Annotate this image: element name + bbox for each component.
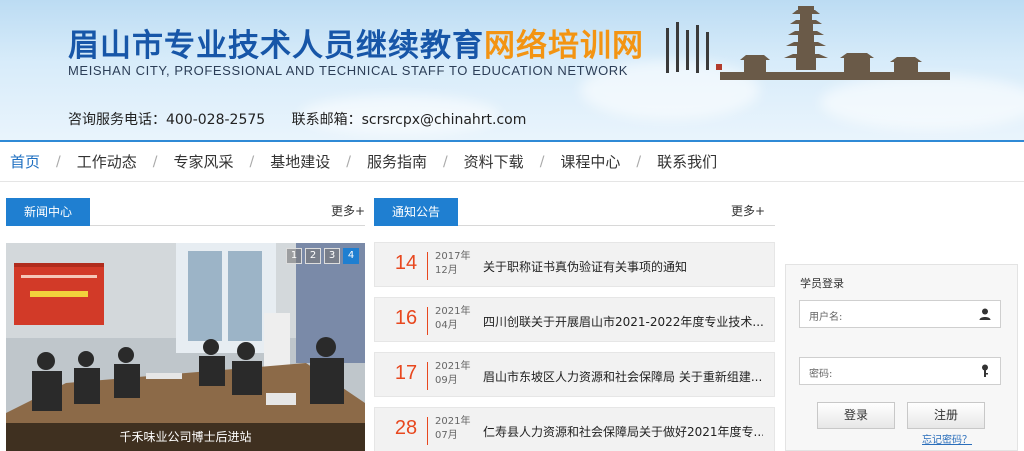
notice-item[interactable]: 17 2021年 09月 眉山市东坡区人力资源和社会保障局 关于重新组建...	[374, 352, 775, 397]
notice-day: 28	[394, 417, 418, 439]
main-nav: 首页 / 工作动态 / 专家风采 / 基地建设 / 服务指南 / 资料下载 / …	[0, 140, 1024, 182]
notice-year-month: 2021年 07月	[435, 416, 471, 441]
news-section-header: 新闻中心 更多+	[6, 198, 365, 226]
notice-day: 16	[394, 307, 418, 329]
password-placeholder: 密码:	[809, 369, 833, 380]
contact-email: 联系邮箱：scrsrcpx@chinahrt.com	[291, 112, 527, 128]
date-divider	[427, 362, 428, 390]
news-slideshow[interactable]: 1 2 3 4 千禾味业公司博士后进站	[6, 243, 365, 451]
site-title-highlight: 网络培训网	[484, 28, 644, 64]
nav-separator: /	[152, 153, 158, 170]
notice-title[interactable]: 仁寿县人力资源和社会保障局关于做好2021年度专...	[483, 423, 763, 440]
meeting-photo	[6, 243, 365, 451]
pager-button-3[interactable]: 3	[324, 248, 340, 264]
pager-button-2[interactable]: 2	[305, 248, 321, 264]
nav-separator: /	[346, 153, 351, 170]
date-divider	[427, 252, 428, 280]
nav-item-experts[interactable]: 专家风采	[173, 151, 233, 172]
user-icon	[979, 308, 991, 320]
site-subtitle: MEISHAN CITY, PROFESSIONAL AND TECHNICAL…	[68, 63, 629, 78]
contact-phone: 咨询服务电话：400-028-2575	[68, 112, 266, 128]
notice-year-month: 2021年 09月	[435, 361, 471, 386]
nav-separator: /	[636, 153, 642, 170]
nav-separator: /	[56, 153, 61, 170]
username-placeholder: 用户名:	[809, 312, 843, 323]
login-button[interactable]: 登录	[817, 402, 895, 429]
username-input[interactable]: 用户名:	[799, 300, 1001, 328]
nav-item-courses[interactable]: 课程中心	[560, 151, 620, 172]
site-header: 眉山市专业技术人员继续教育网络培训网 MEISHAN CITY, PROFESS…	[0, 0, 1024, 140]
forgot-password-link[interactable]: 忘记密码？	[922, 431, 972, 446]
date-divider	[427, 417, 428, 445]
nav-item-downloads[interactable]: 资料下载	[464, 151, 524, 172]
notice-title[interactable]: 眉山市东坡区人力资源和社会保障局 关于重新组建...	[483, 368, 763, 385]
site-title-main: 眉山市专业技术人员继续教育	[68, 28, 484, 64]
nav-item-bases[interactable]: 基地建设	[270, 151, 330, 172]
contact-info: 咨询服务电话：400-028-2575 联系邮箱：scrsrcpx@chinah…	[68, 109, 548, 129]
notice-more-link[interactable]: 更多+	[731, 202, 765, 219]
notice-item[interactable]: 28 2021年 07月 仁寿县人力资源和社会保障局关于做好2021年度专...	[374, 407, 775, 451]
login-panel: 学员登录 用户名: 密码: 登录 注册 忘记密码？	[785, 264, 1018, 451]
date-divider	[427, 307, 428, 335]
slide-caption[interactable]: 千禾味业公司博士后进站	[6, 423, 365, 451]
notice-item[interactable]: 14 2017年 12月 关于职称证书真伪验证有关事项的通知	[374, 242, 775, 287]
notice-item[interactable]: 16 2021年 04月 四川创联关于开展眉山市2021-2022年度专业技术..…	[374, 297, 775, 342]
nav-separator: /	[249, 153, 255, 170]
nav-item-home[interactable]: 首页	[10, 151, 40, 172]
notice-tab[interactable]: 通知公告	[374, 198, 459, 226]
notice-section-header: 通知公告 更多+	[374, 198, 775, 226]
notice-year-month: 2017年 12月	[435, 251, 471, 276]
register-button[interactable]: 注册	[907, 402, 985, 429]
nav-separator: /	[442, 153, 448, 170]
tower-illustration-icon	[666, 6, 950, 80]
pager-button-1[interactable]: 1	[286, 248, 302, 264]
password-input[interactable]: 密码:	[799, 357, 1001, 385]
news-tab[interactable]: 新闻中心	[6, 198, 91, 226]
news-more-link[interactable]: 更多+	[331, 202, 365, 219]
notice-day: 17	[394, 362, 418, 384]
notice-year-month: 2021年 04月	[435, 306, 471, 331]
nav-item-guide[interactable]: 服务指南	[367, 151, 427, 172]
pager-button-4[interactable]: 4	[343, 248, 359, 264]
notice-title[interactable]: 关于职称证书真伪验证有关事项的通知	[483, 258, 763, 275]
nav-item-news[interactable]: 工作动态	[77, 151, 137, 172]
notice-day: 14	[394, 252, 418, 274]
slideshow-pager: 1 2 3 4	[286, 248, 359, 264]
nav-item-contact[interactable]: 联系我们	[657, 151, 717, 172]
site-title: 眉山市专业技术人员继续教育网络培训网	[68, 20, 644, 65]
login-title: 学员登录	[800, 277, 844, 290]
key-icon	[982, 364, 988, 377]
notice-title[interactable]: 四川创联关于开展眉山市2021-2022年度专业技术...	[483, 313, 763, 330]
nav-separator: /	[539, 153, 545, 170]
